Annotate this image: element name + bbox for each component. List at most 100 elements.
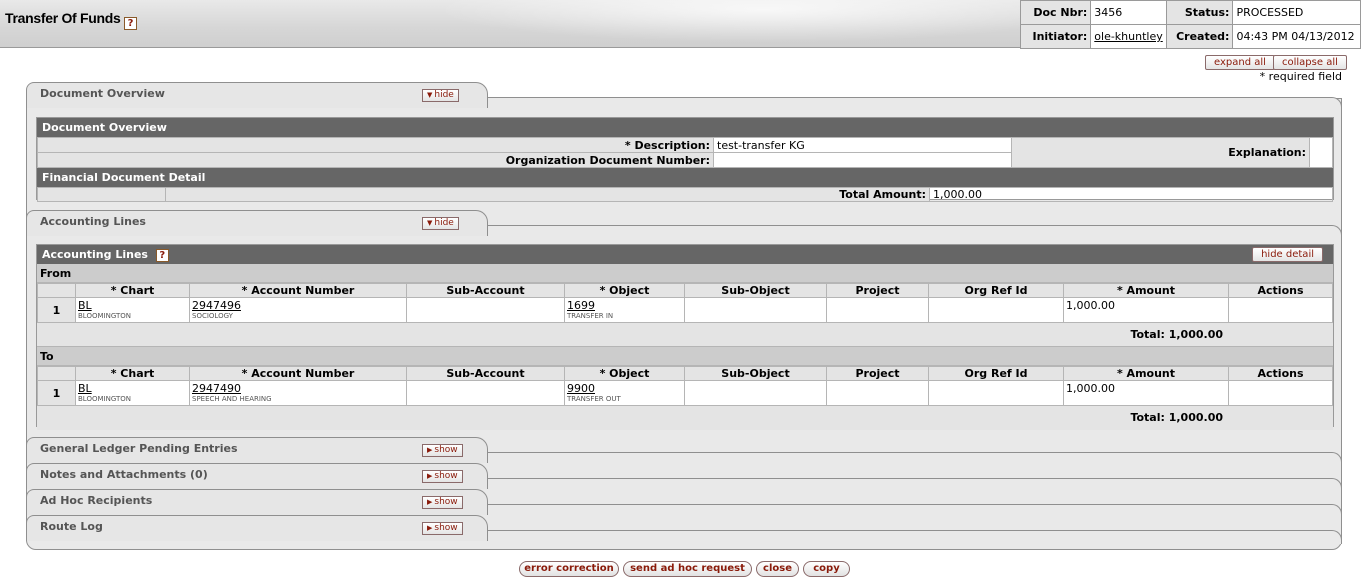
initiator-value: ole-khuntley — [1090, 24, 1167, 49]
collapse-all-button[interactable]: collapse all — [1273, 55, 1347, 70]
notes-show-button[interactable]: ▶ show — [422, 470, 463, 483]
object-link[interactable]: 9900 — [567, 382, 595, 395]
account-link[interactable]: 2947490 — [192, 382, 241, 395]
chart-link[interactable]: BL — [78, 299, 92, 312]
triangle-right-icon: ▶ — [427, 524, 433, 532]
total-amount-value: 1,000.00 — [929, 187, 1333, 202]
to-label: To — [37, 347, 1333, 366]
org-ref-id-cell — [928, 380, 1064, 406]
chart-cell: BL BLOOMINGTON — [75, 297, 190, 323]
tab-title: General Ledger Pending Entries — [40, 442, 238, 455]
to-total: Total: 1,000.00 — [37, 406, 1333, 430]
column-header: Sub-Object — [684, 366, 827, 381]
column-header: Project — [826, 366, 929, 381]
actions-cell — [1228, 297, 1333, 323]
rownum-header — [37, 366, 76, 381]
triangle-right-icon: ▶ — [427, 446, 433, 454]
chart-name: BLOOMINGTON — [78, 312, 132, 320]
triangle-right-icon: ▶ — [427, 498, 433, 506]
org-doc-number-value — [713, 152, 1012, 168]
object-name: TRANSFER OUT — [567, 395, 621, 403]
financial-detail-table: Total Amount: 1,000.00 — [37, 187, 1333, 202]
chart-link[interactable]: BL — [78, 382, 92, 395]
account-name: SOCIOLOGY — [192, 312, 233, 320]
hide-detail-button[interactable]: hide detail — [1252, 247, 1323, 262]
status-value: PROCESSED — [1232, 0, 1361, 25]
section-header: Accounting Lines ? hide detail — [37, 245, 1333, 264]
tab-title: Notes and Attachments (0) — [40, 468, 208, 481]
tab-adhoc-recipients: Ad Hoc Recipients ▶ show — [26, 489, 488, 515]
toggle-label: hide — [434, 218, 454, 228]
amount-cell: 1,000.00 — [1063, 297, 1229, 323]
amount-cell: 1,000.00 — [1063, 380, 1229, 406]
doc-nbr-label: Doc Nbr: — [1019, 0, 1092, 25]
column-header: Sub-Account — [406, 283, 565, 298]
description-value: test-transfer KG — [713, 137, 1012, 153]
account-name: SPEECH AND HEARING — [192, 395, 272, 403]
tab-divider — [488, 530, 1342, 544]
send-adhoc-request-button[interactable]: send ad hoc request — [623, 561, 752, 577]
row-number: 1 — [37, 297, 76, 323]
doc-nbr-value: 3456 — [1090, 0, 1167, 25]
triangle-down-icon: ▼ — [427, 219, 433, 227]
section-header: Document Overview — [37, 118, 1333, 137]
account-link[interactable]: 2947496 — [192, 299, 241, 312]
explanation-value — [1309, 137, 1333, 168]
triangle-down-icon: ▼ — [427, 91, 433, 99]
sub-object-cell — [684, 380, 827, 406]
gl-pending-show-button[interactable]: ▶ show — [422, 444, 463, 457]
actions-cell — [1228, 380, 1333, 406]
created-label: Created: — [1165, 24, 1234, 49]
object-name: TRANSFER IN — [567, 312, 614, 320]
tab-divider — [488, 504, 1342, 518]
adhoc-show-button[interactable]: ▶ show — [422, 496, 463, 509]
tab-gl-pending-entries: General Ledger Pending Entries ▶ show — [26, 437, 488, 463]
section-title: Accounting Lines — [42, 248, 148, 261]
tab-title: Document Overview — [40, 87, 165, 100]
route-log-show-button[interactable]: ▶ show — [422, 522, 463, 535]
chart-cell: BL BLOOMINGTON — [75, 380, 190, 406]
column-header: Actions — [1228, 283, 1333, 298]
tab-divider — [488, 97, 1342, 111]
column-header: * Object — [564, 283, 685, 298]
account-cell: 2947490 SPEECH AND HEARING — [189, 380, 407, 406]
column-header: Org Ref Id — [928, 366, 1064, 381]
triangle-right-icon: ▶ — [427, 472, 433, 480]
tab-title: Route Log — [40, 520, 103, 533]
column-header: Actions — [1228, 366, 1333, 381]
close-button[interactable]: close — [756, 561, 799, 577]
tab-title: Accounting Lines — [40, 215, 146, 228]
column-header: Sub-Account — [406, 366, 565, 381]
tab-divider — [488, 452, 1342, 466]
initiator-label: Initiator: — [1019, 24, 1092, 49]
copy-button[interactable]: copy — [803, 561, 850, 577]
accounting-lines-hide-button[interactable]: ▼ hide — [422, 217, 459, 230]
column-header: * Object — [564, 366, 685, 381]
from-label: From — [37, 264, 1333, 283]
sub-account-cell — [406, 297, 565, 323]
help-icon[interactable]: ? — [155, 248, 169, 262]
tab-divider — [488, 225, 1342, 239]
page-title: Transfer Of Funds — [5, 10, 121, 26]
toggle-label: show — [434, 523, 458, 533]
expand-all-button[interactable]: expand all — [1205, 55, 1275, 70]
org-ref-id-cell — [928, 297, 1064, 323]
error-correction-button[interactable]: error correction — [519, 561, 619, 577]
initiator-link[interactable]: ole-khuntley — [1094, 30, 1162, 43]
toggle-label: show — [434, 445, 458, 455]
document-overview-hide-button[interactable]: ▼ hide — [422, 89, 459, 102]
document-overview-panel: Document Overview * Description: test-tr… — [36, 117, 1334, 202]
object-cell: 9900 TRANSFER OUT — [564, 380, 685, 406]
column-header: Org Ref Id — [928, 283, 1064, 298]
document-overview-table: * Description: test-transfer KG Explanat… — [37, 137, 1333, 168]
object-cell: 1699 TRANSFER IN — [564, 297, 685, 323]
help-icon[interactable]: ? — [124, 17, 137, 30]
header-info-table: Doc Nbr: 3456 Status: PROCESSED Initiato… — [1019, 0, 1361, 49]
tab-notes-attachments: Notes and Attachments (0) ▶ show — [26, 463, 488, 489]
column-header: * Account Number — [189, 283, 407, 298]
table-header-row: * Chart * Account Number Sub-Account * O… — [37, 283, 1333, 298]
object-link[interactable]: 1699 — [567, 299, 595, 312]
table-row: 1 BL BLOOMINGTON 2947490 SPEECH AND HEARIN… — [37, 380, 1333, 406]
column-header: Project — [826, 283, 929, 298]
tab-route-log: Route Log ▶ show — [26, 515, 488, 541]
